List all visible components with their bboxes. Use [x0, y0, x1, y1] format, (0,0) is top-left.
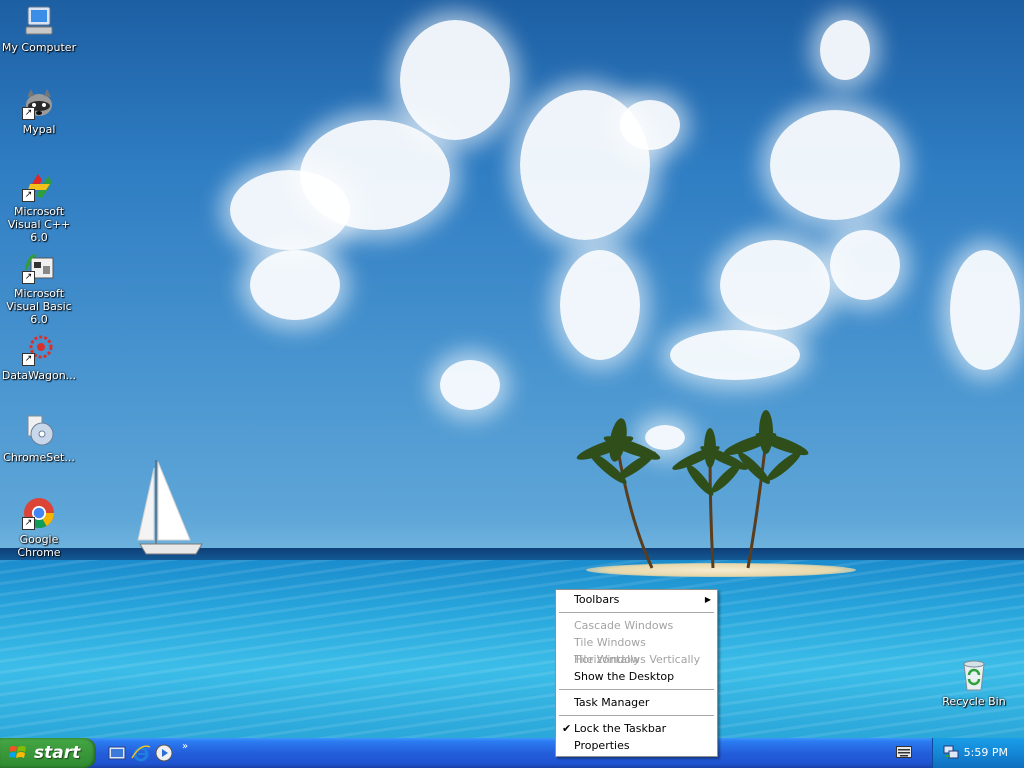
start-label: start	[34, 743, 81, 763]
desktop-icon-label: Microsoft Visual C++ 6.0	[7, 205, 71, 244]
shortcut-arrow-icon: ↗	[22, 353, 35, 366]
menu-separator	[559, 612, 714, 613]
menu-item-lock-taskbar[interactable]: ✔ Lock the Taskbar	[558, 720, 715, 737]
recycle-bin-icon	[957, 658, 991, 692]
chrome-setup-icon	[22, 414, 56, 448]
wallpaper-sailboat	[137, 460, 203, 555]
my-computer-icon	[22, 4, 56, 38]
desktop-icon-google-chrome[interactable]: ↗ Google Chrome	[0, 496, 79, 559]
taskbar[interactable]: start » 5:59 PM	[0, 738, 1024, 768]
desktop-icon-datawagon[interactable]: ↗ DataWagon...	[0, 332, 79, 382]
menu-item-label: Tile Windows Vertically	[574, 653, 701, 666]
wallpaper-cloud	[440, 360, 500, 410]
mypal-raccoon-icon: ↗	[22, 86, 56, 120]
desktop-icon-label: Recycle Bin	[942, 695, 1006, 708]
wallpaper-sea	[0, 560, 1024, 738]
desktop[interactable]: My Computer ↗ Mypal ↗ Microsoft Visual C…	[0, 0, 1024, 738]
wallpaper-cloud	[950, 250, 1020, 370]
wallpaper-cloud	[820, 20, 870, 80]
menu-item-cascade-windows: Cascade Windows	[558, 617, 715, 634]
menu-item-tile-horizontally: Tile Windows Horizontally	[558, 634, 715, 666]
menu-item-toolbars[interactable]: Toolbars ▶	[558, 591, 715, 608]
menu-item-label: Show the Desktop	[574, 670, 675, 683]
taskbar-context-menu: Toolbars ▶ Cascade Windows Tile Windows …	[555, 589, 718, 757]
desktop-icon-label: Mypal	[22, 123, 56, 136]
wallpaper-cloud	[250, 250, 340, 320]
submenu-arrow-icon: ▶	[704, 595, 711, 604]
keyboard-language-icon[interactable]	[896, 746, 912, 758]
desktop-icon-chrome-setup[interactable]: ChromeSet...	[0, 414, 79, 464]
visual-cpp-icon: ↗	[22, 168, 56, 202]
desktop-icon-label: Microsoft Visual Basic 6.0	[6, 287, 72, 326]
shortcut-arrow-icon: ↗	[22, 517, 35, 530]
wallpaper-cloud	[830, 230, 900, 300]
visual-basic-icon: ↗	[22, 250, 56, 284]
menu-item-show-desktop[interactable]: Show the Desktop	[558, 668, 715, 685]
start-button[interactable]: start	[0, 738, 96, 768]
desktop-icon-my-computer[interactable]: My Computer	[0, 4, 79, 54]
taskbar-clock[interactable]: 5:59 PM	[964, 746, 1008, 759]
wallpaper-cloud	[770, 110, 900, 220]
wallpaper-cloud	[560, 250, 640, 360]
wallpaper-palm-trees	[576, 410, 809, 569]
network-tray-icon[interactable]	[943, 744, 959, 760]
desktop-icon-recycle-bin[interactable]: Recycle Bin	[934, 658, 1014, 708]
system-tray: 5:59 PM	[932, 738, 1024, 768]
desktop-icon-visual-cpp[interactable]: ↗ Microsoft Visual C++ 6.0	[0, 168, 79, 244]
shortcut-arrow-icon: ↗	[22, 107, 35, 120]
desktop-icon-label: ChromeSet...	[3, 451, 75, 464]
menu-item-label: Cascade Windows	[574, 619, 674, 632]
shortcut-arrow-icon: ↗	[22, 271, 35, 284]
desktop-icon-mypal[interactable]: ↗ Mypal	[0, 86, 79, 136]
quick-launch-more-chevron[interactable]: »	[182, 741, 188, 752]
wallpaper-cloud	[620, 100, 680, 150]
menu-item-label: Lock the Taskbar	[574, 722, 667, 735]
menu-separator	[559, 689, 714, 690]
desktop-icon-label: My Computer	[1, 41, 77, 54]
menu-item-properties[interactable]: Properties	[558, 737, 715, 754]
wallpaper-cloud	[400, 20, 510, 140]
desktop-icon-label: Google Chrome	[17, 533, 61, 559]
shortcut-arrow-icon: ↗	[22, 189, 35, 202]
media-player-icon[interactable]	[154, 743, 174, 763]
menu-separator	[559, 715, 714, 716]
desktop-icon-label: DataWagon...	[1, 369, 77, 382]
windows-flag-icon	[9, 746, 26, 758]
google-chrome-icon: ↗	[22, 496, 56, 530]
wallpaper-cloud	[670, 330, 800, 380]
checkmark-icon: ✔	[562, 722, 572, 735]
show-desktop-icon[interactable]	[107, 743, 127, 763]
menu-item-tile-vertically: Tile Windows Vertically	[558, 651, 715, 668]
internet-explorer-icon[interactable]	[131, 743, 151, 763]
wallpaper-cloud	[300, 120, 450, 230]
menu-item-label: Properties	[574, 739, 630, 752]
menu-item-label: Toolbars	[574, 593, 620, 606]
desktop-icon-visual-basic[interactable]: ↗ Microsoft Visual Basic 6.0	[0, 250, 79, 326]
menu-item-label: Task Manager	[574, 696, 650, 709]
datawagon-icon: ↗	[22, 332, 56, 366]
menu-item-task-manager[interactable]: Task Manager	[558, 694, 715, 711]
wallpaper-cloud	[720, 240, 830, 330]
